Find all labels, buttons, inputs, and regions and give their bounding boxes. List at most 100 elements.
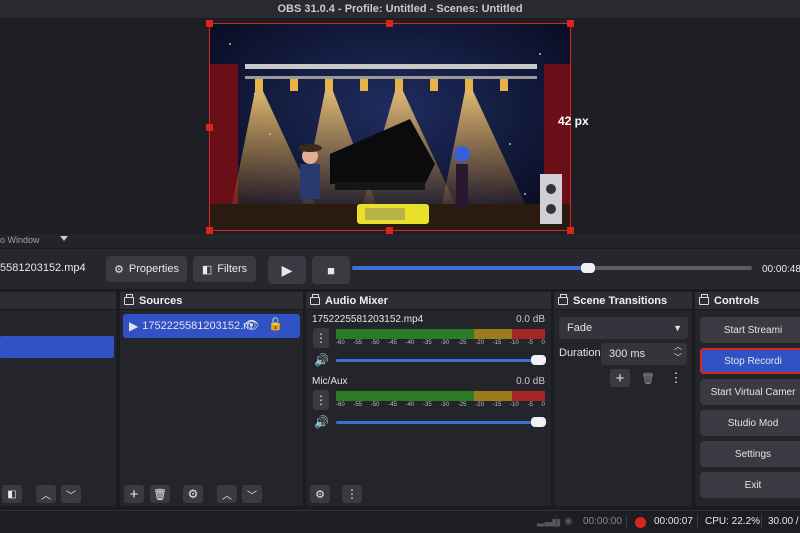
move-scene-down-button[interactable]: ﹀ (61, 485, 81, 503)
resize-handle-tl[interactable] (206, 20, 213, 27)
add-source-button[interactable]: + (124, 485, 144, 503)
concert-stage-image (210, 24, 570, 230)
meter-tick-label: -25 (457, 340, 467, 346)
meter-tick-label: -30 (440, 402, 450, 408)
track-menu-button[interactable]: ⋮ (313, 390, 329, 410)
kebab-menu-icon: ⋮ (315, 393, 327, 407)
preview-area[interactable]: 42 px (0, 18, 800, 234)
chevron-down-icon: ﹀ (247, 490, 257, 502)
source-item[interactable]: ▶ 1752225581203152.m 👁 🔓 (123, 314, 300, 338)
mixer-menu-button[interactable]: ⋮ (342, 485, 362, 503)
move-source-up-button[interactable]: ︿ (217, 485, 237, 503)
move-source-down-button[interactable]: ﹀ (242, 485, 262, 503)
meter-tick-label: 0 (541, 340, 545, 346)
stepper-arrows-icon[interactable]: ︿ ﹀ (674, 341, 682, 363)
chevron-up-icon: ︿ (222, 490, 232, 502)
properties-button[interactable]: ⚙ Properties (106, 256, 187, 282)
duration-label: Duration (559, 347, 601, 359)
meter-tick-label: -45 (388, 402, 397, 408)
scene-preview-image[interactable] (209, 23, 571, 231)
studio-mode-button[interactable]: Studio Mod (700, 410, 800, 436)
media-time-remaining: 00:00:48 (762, 264, 800, 275)
volume-slider-handle[interactable] (531, 417, 546, 427)
scene-transitions-dock: Scene Transitions Fade ▼ Duration 300 ms… (554, 292, 692, 506)
meter-tick-label: -5 (527, 402, 533, 408)
track-db: 0.0 dB (516, 314, 545, 325)
sources-dock-header: Sources (120, 292, 303, 310)
resize-handle-tm[interactable] (386, 20, 393, 27)
trash-icon: 🗑 (641, 372, 655, 385)
stop-recording-button[interactable]: Stop Recordi (700, 348, 800, 374)
meter-tick-label: -20 (475, 402, 484, 408)
exit-button[interactable]: Exit (700, 472, 800, 498)
properties-label: Properties (128, 263, 179, 275)
gear-icon: ⚙ (315, 488, 325, 501)
move-scene-up-button[interactable]: ︿ (36, 485, 56, 503)
meter-tick-label: -25 (457, 402, 467, 408)
resize-handle-bl[interactable] (206, 227, 213, 234)
start-streaming-button[interactable]: Start Streami (700, 317, 800, 343)
gear-icon: ⚙ (113, 263, 124, 276)
volume-slider[interactable] (336, 359, 545, 362)
remove-source-button[interactable]: 🗑 (150, 485, 170, 503)
play-icon: ▶ (281, 261, 293, 278)
start-virtual-camera-button[interactable]: Start Virtual Camer (700, 379, 800, 405)
source-properties-button[interactable]: ⚙ (183, 485, 203, 503)
transition-select-value: Fade (567, 322, 593, 334)
dock-icon (310, 293, 320, 305)
resize-handle-ml[interactable] (206, 124, 213, 131)
kebab-menu-icon: ⋮ (669, 370, 683, 385)
volume-slider[interactable] (336, 421, 545, 424)
meter-tick-label: -35 (423, 402, 432, 408)
controls-header: Controls (695, 292, 800, 310)
transition-select[interactable]: Fade ▼ (559, 317, 688, 339)
filters-button[interactable]: ◧ Filters (193, 256, 256, 282)
source-item-label: 1752225581203152.m (142, 320, 253, 332)
resize-handle-tr[interactable] (567, 20, 574, 27)
track-menu-button[interactable]: ⋮ (313, 328, 329, 348)
meter-tick-label: -50 (370, 340, 380, 346)
remove-transition-button[interactable]: 🗑 (638, 369, 658, 387)
scene-transitions-title: Scene Transitions (573, 294, 668, 307)
chevron-down-icon[interactable] (60, 236, 68, 241)
play-button[interactable]: ▶ (268, 256, 306, 284)
duration-spinbox[interactable]: 300 ms ︿ ﹀ (601, 341, 687, 365)
fps-readout: 30.00 / (768, 516, 799, 527)
audio-mixer-header: Audio Mixer (306, 292, 551, 310)
transition-menu-button[interactable]: ⋮ (666, 369, 686, 387)
control-button-label: Settings (734, 448, 772, 460)
stop-button[interactable]: ■ (312, 256, 350, 284)
chevron-down-icon: ▼ (673, 323, 682, 333)
meter-tick-label: -55 (353, 340, 363, 346)
settings-button[interactable]: Settings (700, 441, 800, 467)
dock-icon (558, 293, 568, 305)
dock-window-strip: o Window (0, 234, 800, 248)
duration-value: 300 ms (609, 348, 646, 360)
chevron-down-icon: ﹀ (66, 490, 76, 502)
filter-icon: ◧ (7, 488, 17, 500)
resize-handle-bm[interactable] (386, 227, 393, 234)
speaker-icon[interactable]: 🔊 (314, 353, 329, 367)
eye-icon[interactable]: 👁 (244, 318, 259, 332)
control-button-label: Start Streami (723, 324, 783, 336)
seek-handle[interactable] (581, 263, 595, 273)
scene-filter-button[interactable]: ◧ (2, 485, 22, 503)
audio-mixer-dock: Audio Mixer 1752225581203152.mp4 0.0 dB … (306, 292, 551, 506)
speaker-icon[interactable]: 🔊 (314, 415, 329, 429)
resize-handle-br[interactable] (567, 227, 574, 234)
meter-tick-label: -45 (388, 340, 397, 346)
meter-tick-label: -10 (510, 340, 519, 346)
control-button-label: Studio Mod (727, 417, 779, 429)
volume-slider-handle[interactable] (531, 355, 546, 365)
advanced-audio-button[interactable]: ⚙ (310, 485, 330, 503)
volume-meter (336, 329, 545, 339)
lock-icon[interactable]: 🔓 (268, 317, 283, 331)
media-source-icon: ▶ (129, 319, 139, 333)
media-seek-slider[interactable] (352, 263, 752, 273)
chevron-up-icon: ︿ (41, 490, 51, 502)
scene-item-selected[interactable] (0, 336, 114, 358)
plus-icon: + (129, 485, 139, 503)
meter-tick-label: -35 (423, 340, 432, 346)
filters-icon: ◧ (201, 263, 213, 276)
add-transition-button[interactable]: + (610, 369, 630, 387)
